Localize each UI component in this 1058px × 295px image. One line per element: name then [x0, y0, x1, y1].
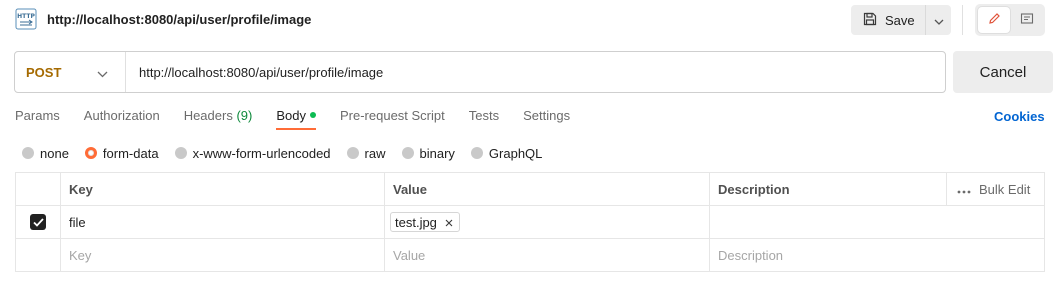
chevron-down-icon: [934, 13, 944, 28]
url-input[interactable]: http://localhost:8080/api/user/profile/i…: [139, 65, 383, 80]
radio-none[interactable]: none: [22, 146, 69, 161]
edit-mode-button[interactable]: [978, 7, 1010, 33]
chevron-down-icon: [97, 66, 108, 81]
save-options-button[interactable]: [925, 5, 951, 35]
radio-form-data[interactable]: form-data: [84, 145, 159, 161]
active-dot-icon: [309, 112, 316, 118]
radio-label: form-data: [102, 145, 159, 161]
form-data-table: Key Value Description Bulk Edit file tes…: [15, 172, 1045, 272]
svg-text:HTTP: HTTP: [17, 13, 35, 20]
tab-settings[interactable]: Settings: [523, 108, 570, 130]
row-enabled-checkbox[interactable]: [30, 214, 46, 230]
tab-count-badge: (9): [236, 108, 253, 123]
tab-pre-request-script[interactable]: Pre-request Script: [340, 108, 445, 130]
tab-label: Pre-request Script: [339, 108, 445, 123]
save-icon: [863, 12, 877, 29]
table-row: file test.jpg: [16, 206, 1044, 239]
tab-body[interactable]: Body: [276, 108, 316, 130]
key-cell[interactable]: file: [61, 206, 385, 238]
file-name: test.jpg: [395, 214, 437, 230]
request-title[interactable]: http://localhost:8080/api/user/profile/i…: [47, 12, 311, 27]
radio-label: binary: [419, 145, 455, 161]
save-button[interactable]: Save: [851, 5, 924, 35]
table-row-empty: Key Value Description: [16, 239, 1044, 272]
bulk-edit-button[interactable]: Bulk Edit: [979, 182, 1030, 197]
radio-label: GraphQL: [488, 145, 543, 161]
tab-tests[interactable]: Tests: [469, 108, 499, 130]
request-tabs: Params Authorization Headers (9) Body Pr…: [15, 108, 594, 130]
divider: [962, 5, 963, 35]
file-chip: test.jpg: [390, 212, 460, 232]
tab-authorization[interactable]: Authorization: [84, 108, 160, 130]
pencil-icon: [987, 12, 1001, 29]
method-label: POST: [26, 64, 62, 80]
bulk-edit-area: Bulk Edit: [946, 173, 1044, 205]
checkmark-icon: [32, 217, 44, 227]
radio-raw[interactable]: raw: [346, 145, 386, 161]
radio-binary[interactable]: binary: [401, 145, 455, 161]
http-icon: HTTP: [15, 8, 37, 30]
column-header-key: Key: [61, 173, 385, 205]
radio-circle-icon: [470, 147, 483, 159]
radio-label: x-www-form-urlencoded: [192, 145, 331, 161]
method-select[interactable]: POST: [15, 52, 126, 92]
cancel-button[interactable]: Cancel: [953, 51, 1053, 93]
documentation-mode-button[interactable]: [1012, 7, 1042, 33]
tab-label: Tests: [468, 108, 500, 123]
url-bar: POST http://localhost:8080/api/user/prof…: [14, 51, 946, 93]
table-header-row: Key Value Description Bulk Edit: [16, 173, 1044, 206]
radio-circle-icon: [84, 147, 97, 159]
close-icon[interactable]: [445, 215, 453, 230]
tab-label: Headers: [183, 108, 233, 123]
column-header-value: Value: [385, 173, 710, 205]
tab-headers[interactable]: Headers (9): [184, 108, 253, 130]
cookies-link[interactable]: Cookies: [994, 109, 1045, 124]
tab-label: Body: [276, 108, 306, 123]
radio-label: none: [40, 145, 69, 161]
more-options-icon[interactable]: [957, 182, 971, 197]
body-type-radio-group: none form-data x-www-form-urlencoded raw…: [22, 145, 558, 161]
tab-label: Params: [15, 108, 60, 123]
radio-x-www-form-urlencoded[interactable]: x-www-form-urlencoded: [174, 145, 331, 161]
radio-circle-icon: [346, 147, 359, 159]
row-check-cell: [16, 239, 61, 271]
tab-params[interactable]: Params: [15, 108, 60, 130]
value-input[interactable]: Value: [385, 239, 710, 271]
tab-label: Settings: [523, 108, 571, 123]
save-label: Save: [885, 12, 915, 28]
save-button-group: Save: [851, 5, 951, 35]
header-check-cell: [16, 173, 61, 205]
radio-circle-icon: [22, 147, 34, 159]
view-mode-toggle: [975, 4, 1045, 36]
key-input[interactable]: Key: [61, 239, 385, 271]
column-header-description: Description: [718, 181, 790, 197]
radio-circle-icon: [401, 147, 414, 159]
value-cell[interactable]: test.jpg: [385, 206, 710, 238]
radio-label: raw: [364, 145, 386, 161]
tab-label: Authorization: [83, 108, 160, 123]
radio-circle-icon: [174, 147, 187, 159]
radio-graphql[interactable]: GraphQL: [470, 145, 543, 161]
document-icon: [1020, 12, 1034, 29]
request-header: HTTP http://localhost:8080/api/user/prof…: [0, 0, 1058, 40]
row-check-cell: [16, 206, 61, 238]
description-input[interactable]: Description: [710, 239, 946, 271]
description-cell[interactable]: [710, 206, 946, 238]
